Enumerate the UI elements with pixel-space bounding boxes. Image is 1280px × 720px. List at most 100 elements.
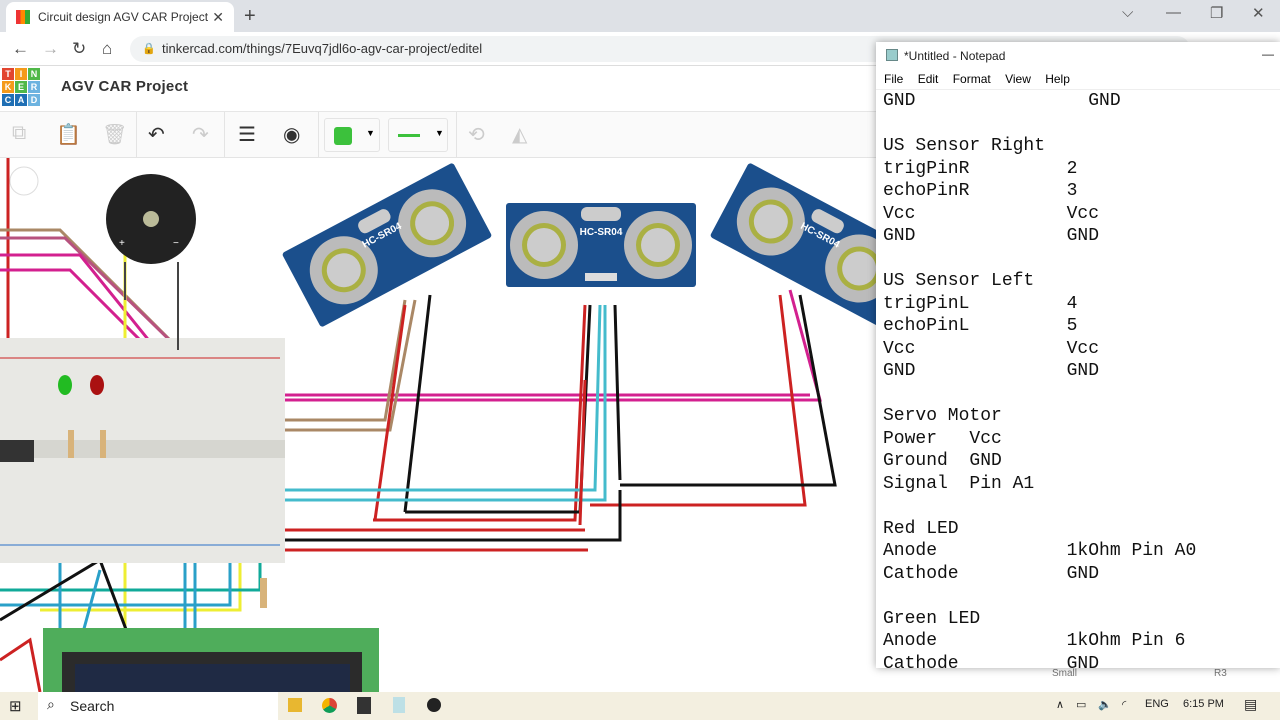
- notepad-line: Servo Motor: [883, 406, 1002, 426]
- notepad-line: GND GND: [883, 226, 1100, 246]
- annotation-visibility-icon[interactable]: ◉: [283, 122, 300, 147]
- paste-icon[interactable]: 📋: [56, 122, 81, 147]
- notepad-line: Ground GND: [883, 451, 1002, 471]
- notepad-line: Cathode GND: [883, 653, 1100, 674]
- notepad-title: *Untitled - Notepad: [904, 49, 1006, 63]
- new-tab-button[interactable]: +: [244, 5, 256, 28]
- notifications-icon[interactable]: ▤: [1244, 696, 1257, 713]
- notepad-line: echoPinR 3: [883, 181, 1078, 201]
- home-icon[interactable]: ⌂: [102, 39, 112, 59]
- menu-format[interactable]: Format: [953, 72, 991, 86]
- notepad-taskbar-icon[interactable]: [393, 697, 405, 713]
- component-label: R3: [1214, 668, 1227, 679]
- lock-icon: 🔒: [142, 43, 156, 55]
- notepad-line: US Sensor Right: [883, 136, 1046, 156]
- green-led: [58, 375, 72, 395]
- reload-icon[interactable]: ↻: [72, 39, 86, 59]
- notepad-line: Cathode GND: [883, 563, 1100, 584]
- chrome-icon[interactable]: [322, 698, 337, 713]
- menu-edit[interactable]: Edit: [918, 72, 939, 86]
- breadboard[interactable]: [0, 338, 285, 608]
- tab-title: Circuit design AGV CAR Project |: [38, 10, 213, 24]
- clock[interactable]: 6:15 PM: [1183, 698, 1224, 710]
- media-app-icon[interactable]: [357, 697, 371, 714]
- ultrasonic-sensor-center[interactable]: HC-SR04: [506, 203, 696, 287]
- notepad-line: Signal Pin A1: [883, 473, 1035, 494]
- logo-letter: C: [2, 94, 14, 106]
- search-icon: ⌕: [47, 696, 55, 712]
- wire-type-picker[interactable]: ▼: [388, 118, 448, 152]
- notepad-menubar: File Edit Format View Help: [876, 68, 1280, 90]
- notepad-line: GND GND: [883, 91, 1121, 111]
- back-icon[interactable]: ←: [12, 39, 29, 59]
- browser-tab[interactable]: Circuit design AGV CAR Project | ✕: [6, 2, 234, 32]
- maximize-button[interactable]: ❐: [1210, 4, 1223, 22]
- taskbar-search[interactable]: ⌕ Search: [38, 692, 278, 720]
- tab-search-icon[interactable]: ⌵: [1122, 4, 1133, 21]
- undo-icon[interactable]: ↶: [148, 122, 165, 147]
- ultrasonic-sensor-left[interactable]: HC-SR04: [282, 162, 493, 327]
- browser-tab-bar: Circuit design AGV CAR Project | ✕ + ⌵ —…: [0, 0, 1280, 32]
- notepad-line: [883, 383, 1196, 406]
- notepad-line: [883, 495, 1196, 518]
- wire-color-picker[interactable]: ▼: [324, 118, 380, 152]
- notepad-line: [883, 248, 1196, 271]
- notepad-line: GND GND: [883, 361, 1100, 381]
- obs-icon[interactable]: [427, 698, 441, 712]
- forward-icon[interactable]: →: [42, 39, 59, 59]
- project-title[interactable]: AGV CAR Project: [61, 78, 188, 95]
- menu-file[interactable]: File: [884, 72, 903, 86]
- logo-letter: K: [2, 81, 14, 93]
- taskbar: ⊞ ⌕ Search ∧ ▭ 🔈 ◜ ENG 6:15 PM ▤: [0, 692, 1280, 720]
- chevron-down-icon: ▼: [435, 128, 444, 138]
- notepad-titlebar[interactable]: *Untitled - Notepad —: [876, 42, 1280, 68]
- chevron-up-icon[interactable]: ∧: [1056, 698, 1064, 711]
- logo-letter: E: [15, 81, 27, 93]
- tinkercad-favicon-icon: [16, 10, 30, 24]
- notepad-line: US Sensor Left: [883, 271, 1035, 291]
- notepad-line: Vcc Vcc: [883, 203, 1100, 224]
- svg-text:+: +: [119, 238, 125, 249]
- wifi-icon[interactable]: ◜: [1122, 698, 1126, 711]
- chevron-down-icon: ▼: [366, 128, 375, 138]
- minimize-button[interactable]: —: [1262, 47, 1274, 61]
- logo-letter: T: [2, 68, 14, 80]
- notes-icon[interactable]: ☰: [238, 122, 256, 147]
- windows-start-icon[interactable]: ⊞: [9, 697, 22, 715]
- delete-icon[interactable]: 🗑: [102, 122, 127, 147]
- lcd-display[interactable]: [43, 628, 379, 692]
- notepad-window[interactable]: *Untitled - Notepad — File Edit Format V…: [876, 42, 1280, 674]
- close-window-button[interactable]: ✕: [1252, 4, 1265, 22]
- rotate-icon[interactable]: ⟲: [468, 122, 485, 147]
- volume-icon[interactable]: 🔈: [1098, 698, 1112, 711]
- color-swatch: [334, 127, 352, 145]
- battery-icon[interactable]: ▭: [1076, 698, 1086, 711]
- language-indicator[interactable]: ENG: [1145, 698, 1169, 710]
- notepad-icon: [886, 49, 898, 61]
- notepad-line: Power Vcc: [883, 428, 1002, 449]
- fit-view-icon[interactable]: [9, 166, 39, 196]
- sensor-label: HC-SR04: [580, 227, 623, 238]
- tinkercad-logo[interactable]: T I N K E R C A D: [2, 68, 40, 106]
- menu-help[interactable]: Help: [1045, 72, 1070, 86]
- url-text: tinkercad.com/things/7Euvq7jdl6o-agv-car…: [162, 41, 483, 56]
- menu-view[interactable]: View: [1005, 72, 1031, 86]
- logo-letter: D: [28, 94, 40, 106]
- notepad-line: Anode 1kOhm Pin 6: [883, 631, 1186, 651]
- minimize-button[interactable]: —: [1166, 4, 1181, 21]
- notepad-line: [883, 113, 1196, 136]
- redo-icon[interactable]: ↷: [192, 122, 209, 147]
- notepad-line: Green LED: [883, 608, 981, 629]
- svg-text:−: −: [173, 238, 179, 249]
- logo-letter: N: [28, 68, 40, 80]
- close-tab-icon[interactable]: ✕: [212, 9, 224, 26]
- notepad-line: Red LED: [883, 518, 959, 539]
- flip-icon[interactable]: ◭: [512, 122, 527, 147]
- logo-letter: A: [15, 94, 27, 106]
- file-explorer-icon[interactable]: [288, 698, 302, 712]
- copy-icon[interactable]: ⧉: [12, 122, 26, 145]
- notepad-line: trigPinR 2: [883, 158, 1078, 179]
- notepad-text-area[interactable]: GND GND US Sensor Right trigPinR 2 echoPinR…: [883, 90, 1196, 675]
- notepad-line: Anode 1kOhm Pin A0: [883, 541, 1197, 561]
- red-led: [90, 375, 104, 395]
